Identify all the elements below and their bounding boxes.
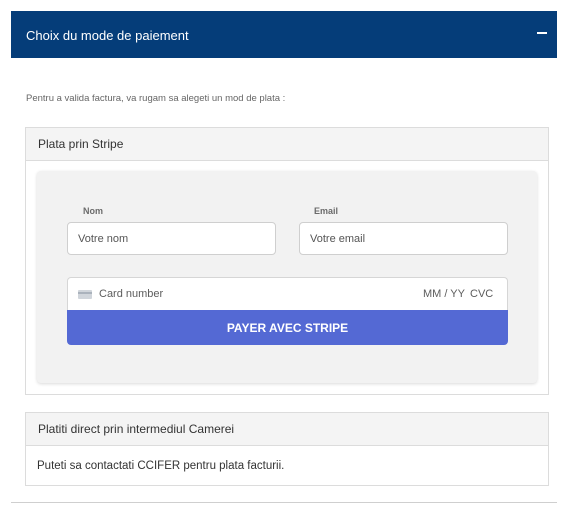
card-number-placeholder: Card number: [99, 288, 164, 300]
card-expiry-placeholder: MM / YY: [423, 288, 465, 300]
stripe-payment-card: Plata prin Stripe Nom Email Card number …: [25, 127, 549, 395]
name-label: Nom: [83, 206, 103, 216]
pay-with-stripe-button[interactable]: PAYER AVEC STRIPE: [67, 310, 508, 345]
direct-payment-text: Puteti sa contactati CCIFER pentru plata…: [37, 460, 285, 472]
bottom-divider: [11, 502, 557, 503]
card-number-field[interactable]: Card number MM / YY CVC: [67, 277, 508, 310]
email-input[interactable]: [299, 222, 508, 255]
stripe-form: Nom Email Card number MM / YY CVC PAYER …: [37, 171, 537, 383]
credit-card-icon: [78, 290, 92, 299]
direct-card-title: Platiti direct prin intermediul Camerei: [26, 413, 548, 446]
payment-panel-header[interactable]: Choix du mode de paiement: [11, 11, 557, 58]
panel-title: Choix du mode de paiement: [26, 28, 189, 43]
direct-payment-card: Platiti direct prin intermediul Camerei …: [25, 412, 549, 486]
collapse-minus-icon[interactable]: [532, 23, 552, 43]
intro-text: Pentru a valida factura, va rugam sa ale…: [26, 93, 286, 104]
card-cvc-placeholder: CVC: [470, 288, 494, 300]
name-input[interactable]: [67, 222, 276, 255]
email-label: Email: [314, 206, 339, 216]
stripe-card-title: Plata prin Stripe: [26, 128, 548, 161]
